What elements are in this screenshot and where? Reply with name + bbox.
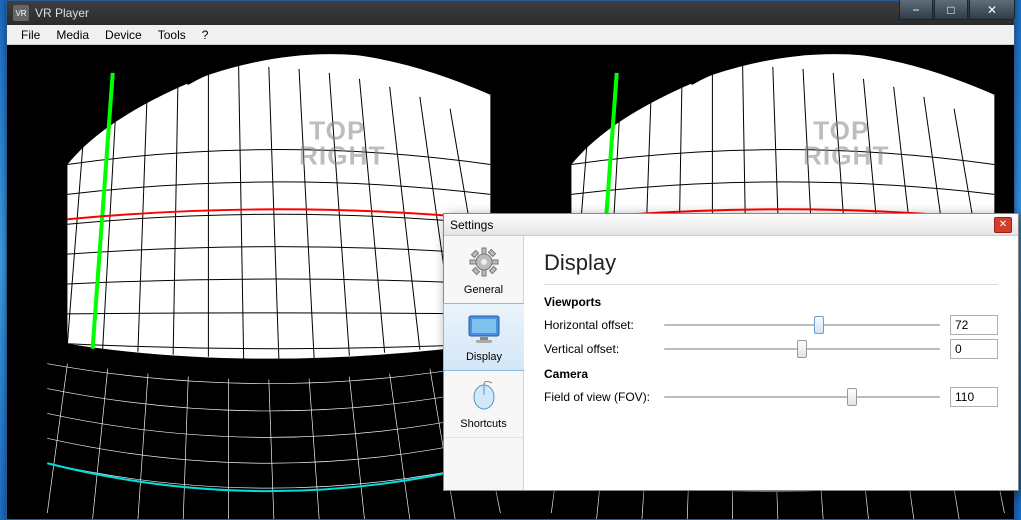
- minimize-icon: −: [912, 3, 919, 17]
- menu-file[interactable]: File: [13, 26, 48, 44]
- horizontal-offset-value[interactable]: [950, 315, 998, 335]
- close-icon: ✕: [987, 3, 997, 17]
- sidebar-item-label: Shortcuts: [460, 418, 506, 430]
- titlebar[interactable]: VR VR Player − □ ✕: [7, 1, 1014, 25]
- menu-media[interactable]: Media: [48, 26, 97, 44]
- close-icon: ✕: [999, 220, 1007, 230]
- close-button[interactable]: ✕: [969, 0, 1015, 20]
- sidebar-item-label: General: [464, 284, 503, 296]
- menubar: File Media Device Tools ?: [7, 25, 1014, 45]
- maximize-icon: □: [947, 3, 954, 17]
- settings-title: Settings: [450, 218, 994, 232]
- settings-close-button[interactable]: ✕: [994, 217, 1012, 233]
- minimize-button[interactable]: −: [899, 0, 933, 20]
- slider-thumb[interactable]: [814, 316, 824, 334]
- vr-left-eye-grid: TOP RIGHT: [7, 45, 511, 519]
- settings-sidebar: General Display Shortcuts: [444, 236, 524, 490]
- settings-body: General Display Shortcuts Display: [444, 236, 1018, 490]
- sidebar-item-display[interactable]: Display: [443, 303, 524, 371]
- menu-device[interactable]: Device: [97, 26, 150, 44]
- horizontal-offset-label: Horizontal offset:: [544, 318, 654, 332]
- slider-thumb[interactable]: [797, 340, 807, 358]
- field-fov: Field of view (FOV):: [544, 387, 998, 407]
- horizontal-offset-slider[interactable]: [664, 324, 940, 326]
- mouse-icon: [466, 378, 502, 414]
- settings-titlebar[interactable]: Settings ✕: [444, 214, 1018, 236]
- app-icon: VR: [13, 5, 29, 21]
- sidebar-item-general[interactable]: General: [444, 236, 523, 304]
- fov-slider[interactable]: [664, 396, 940, 398]
- field-vertical-offset: Vertical offset:: [544, 339, 998, 359]
- fov-value[interactable]: [950, 387, 998, 407]
- vertical-offset-slider[interactable]: [664, 348, 940, 350]
- section-camera-label: Camera: [544, 367, 998, 381]
- menu-tools[interactable]: Tools: [150, 26, 194, 44]
- fov-label: Field of view (FOV):: [544, 390, 654, 404]
- settings-heading: Display: [544, 250, 998, 276]
- gear-icon: [466, 244, 502, 280]
- settings-dialog[interactable]: Settings ✕ General Display: [443, 213, 1019, 491]
- field-horizontal-offset: Horizontal offset:: [544, 315, 998, 335]
- settings-main: Display Viewports Horizontal offset: Ver…: [524, 236, 1018, 490]
- window-controls: − □ ✕: [898, 0, 1015, 20]
- divider: [544, 284, 998, 285]
- monitor-icon: [466, 311, 502, 347]
- window-title: VR Player: [35, 6, 1014, 20]
- vertical-offset-label: Vertical offset:: [544, 342, 654, 356]
- sidebar-item-shortcuts[interactable]: Shortcuts: [444, 370, 523, 438]
- menu-help[interactable]: ?: [194, 26, 217, 44]
- sidebar-item-label: Display: [466, 351, 502, 363]
- app-window: VR VR Player − □ ✕ File Media Device Too…: [6, 0, 1015, 520]
- maximize-button[interactable]: □: [934, 0, 968, 20]
- vertical-offset-value[interactable]: [950, 339, 998, 359]
- section-viewports-label: Viewports: [544, 295, 998, 309]
- slider-thumb[interactable]: [847, 388, 857, 406]
